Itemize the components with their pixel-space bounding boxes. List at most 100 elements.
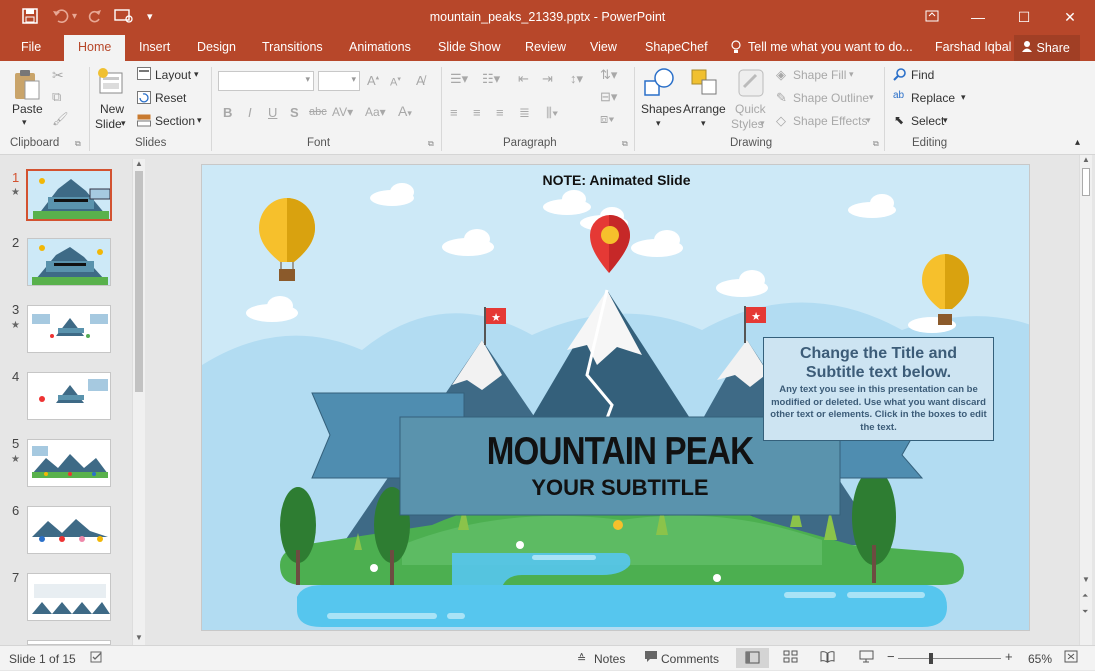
slide-thumbnail[interactable] xyxy=(27,238,111,286)
character-spacing-icon[interactable]: AV▾ xyxy=(332,105,353,119)
shape-fill-dropdown-icon[interactable]: ▾ xyxy=(849,69,854,80)
close-icon[interactable]: ✕ xyxy=(1055,5,1085,29)
bold-icon[interactable]: B xyxy=(223,105,232,120)
tab-slide-show[interactable]: Slide Show xyxy=(438,40,501,54)
ribbon-display-options-icon[interactable] xyxy=(917,5,947,29)
arrange-dropdown-icon[interactable]: ▾ xyxy=(701,118,706,129)
paste-button[interactable]: Paste xyxy=(12,102,43,116)
layout-dropdown-icon[interactable]: ▾ xyxy=(194,69,199,80)
tab-file[interactable]: File xyxy=(21,40,41,54)
smartart-icon[interactable]: ⧈▾ xyxy=(600,111,615,127)
cut-icon[interactable]: ✂ xyxy=(52,67,64,84)
slide-subtitle[interactable]: YOUR SUBTITLE xyxy=(400,475,840,501)
callout-title[interactable]: Change the Title and Subtitle text below… xyxy=(770,344,987,382)
select-dropdown-icon[interactable]: ▾ xyxy=(943,115,948,126)
clipboard-launcher-icon[interactable]: ⧉ xyxy=(75,139,81,149)
normal-view-button[interactable] xyxy=(736,648,769,668)
paragraph-launcher-icon[interactable]: ⧉ xyxy=(622,139,628,149)
columns-icon[interactable]: ⫼▾ xyxy=(546,105,558,121)
align-center-icon[interactable]: ≡ xyxy=(473,105,481,120)
quick-styles-label-2[interactable]: Styles xyxy=(731,117,764,131)
slide-sorter-icon[interactable] xyxy=(783,650,798,666)
section-dropdown-icon[interactable]: ▾ xyxy=(197,115,202,126)
quick-styles-label-1[interactable]: Quick xyxy=(735,102,766,116)
underline-icon[interactable]: U xyxy=(268,105,277,120)
font-size-dropdown-icon[interactable]: ▾ xyxy=(351,74,356,85)
comments-button[interactable]: Comments xyxy=(661,652,719,666)
tab-view[interactable]: View xyxy=(590,40,617,54)
slide-thumbnail[interactable] xyxy=(27,305,111,353)
bullets-icon[interactable]: ☰▾ xyxy=(450,71,468,87)
zoom-in-icon[interactable]: + xyxy=(1005,649,1013,664)
shape-fill-button[interactable]: Shape Fill xyxy=(793,68,846,82)
increase-font-size-icon[interactable]: A▴ xyxy=(367,73,379,88)
font-launcher-icon[interactable]: ⧉ xyxy=(428,139,434,149)
callout-body[interactable]: Any text you see in this presentation ca… xyxy=(770,384,987,434)
new-slide-label-2[interactable]: Slide xyxy=(95,117,122,131)
decrease-indent-icon[interactable]: ⇤ xyxy=(518,71,529,87)
font-size-combobox[interactable]: ▾ xyxy=(318,71,360,91)
tab-shapechef[interactable]: ShapeChef xyxy=(645,40,708,54)
arrange-icon[interactable] xyxy=(690,67,720,99)
zoom-slider[interactable] xyxy=(898,653,1001,664)
next-slide-icon[interactable]: ⏷ xyxy=(1082,607,1088,617)
shape-outline-button[interactable]: Shape Outline xyxy=(793,91,869,105)
slide-scrollbar[interactable]: ▲ ▼ ⏶ ⏷ xyxy=(1079,155,1092,645)
new-slide-dropdown-icon[interactable]: ▾ xyxy=(121,118,126,129)
minimize-icon[interactable]: — xyxy=(963,5,993,29)
user-name[interactable]: Farshad Iqbal xyxy=(935,40,1011,54)
format-painter-icon[interactable]: 🖌 xyxy=(52,111,69,127)
zoom-out-icon[interactable]: − xyxy=(887,649,895,664)
shape-effects-button[interactable]: Shape Effects xyxy=(793,114,868,128)
line-spacing-icon[interactable]: ↕▾ xyxy=(570,71,583,87)
layout-button[interactable]: Layout xyxy=(155,68,191,82)
tab-design[interactable]: Design xyxy=(197,40,236,54)
arrange-button[interactable]: Arrange xyxy=(683,102,726,116)
notes-icon[interactable]: ≙ xyxy=(577,652,586,665)
shape-effects-dropdown-icon[interactable]: ▾ xyxy=(866,115,871,126)
justify-icon[interactable]: ≣ xyxy=(519,105,530,121)
slide-thumbnail[interactable] xyxy=(27,372,111,420)
shapes-dropdown-icon[interactable]: ▾ xyxy=(656,118,661,129)
scrollbar-thumb[interactable] xyxy=(135,171,143,392)
share-button[interactable]: Share xyxy=(1014,35,1080,61)
new-slide-icon[interactable] xyxy=(97,67,125,97)
slide-thumbnail[interactable] xyxy=(27,573,111,621)
scroll-up-icon[interactable]: ▲ xyxy=(135,159,143,168)
decrease-font-size-icon[interactable]: A▾ xyxy=(390,75,401,89)
maximize-icon[interactable]: ☐ xyxy=(1009,5,1039,29)
zoom-slider-thumb[interactable] xyxy=(929,653,934,664)
replace-button[interactable]: Replace xyxy=(911,91,955,105)
tab-animations[interactable]: Animations xyxy=(349,40,411,54)
shapes-icon[interactable] xyxy=(643,67,675,99)
fit-slide-icon[interactable] xyxy=(1064,650,1078,666)
slide-title[interactable]: MOUNTAIN PEAK xyxy=(433,430,807,474)
shapes-button[interactable]: Shapes xyxy=(641,102,682,116)
slide-canvas[interactable]: ★ ★ NOTE: Animated Slide MOUNTAIN PEAK Y… xyxy=(201,164,1030,631)
text-shadow-icon[interactable]: S xyxy=(290,105,299,120)
tell-me-box[interactable]: Tell me what you want to do... xyxy=(748,40,913,54)
align-text-icon[interactable]: ⊟▾ xyxy=(600,89,617,105)
italic-icon[interactable]: I xyxy=(248,105,252,120)
strikethrough-icon[interactable]: abc xyxy=(309,106,327,118)
scroll-down-icon[interactable]: ▼ xyxy=(135,633,143,642)
clear-formatting-icon[interactable]: A̸ xyxy=(416,73,425,88)
tab-review[interactable]: Review xyxy=(525,40,566,54)
font-name-combobox[interactable]: ▾ xyxy=(218,71,314,91)
collapse-ribbon-icon[interactable]: ▴ xyxy=(1075,137,1080,148)
increase-indent-icon[interactable]: ⇥ xyxy=(542,71,553,87)
quick-styles-icon[interactable] xyxy=(736,67,766,99)
text-direction-icon[interactable]: ⇅▾ xyxy=(600,67,617,83)
zoom-level[interactable]: 65% xyxy=(1028,652,1052,666)
reset-button[interactable]: Reset xyxy=(155,91,186,105)
select-button[interactable]: Select xyxy=(911,114,944,128)
shape-outline-dropdown-icon[interactable]: ▾ xyxy=(869,92,874,103)
slide-thumbnail[interactable] xyxy=(27,439,111,487)
numbering-icon[interactable]: ☷▾ xyxy=(482,71,500,87)
comments-icon[interactable] xyxy=(644,650,658,666)
drawing-launcher-icon[interactable]: ⧉ xyxy=(873,139,879,149)
scrollbar-thumb[interactable] xyxy=(1082,168,1090,196)
tab-insert[interactable]: Insert xyxy=(139,40,170,54)
align-right-icon[interactable]: ≡ xyxy=(496,105,504,120)
font-color-icon[interactable]: A▾ xyxy=(398,103,412,119)
